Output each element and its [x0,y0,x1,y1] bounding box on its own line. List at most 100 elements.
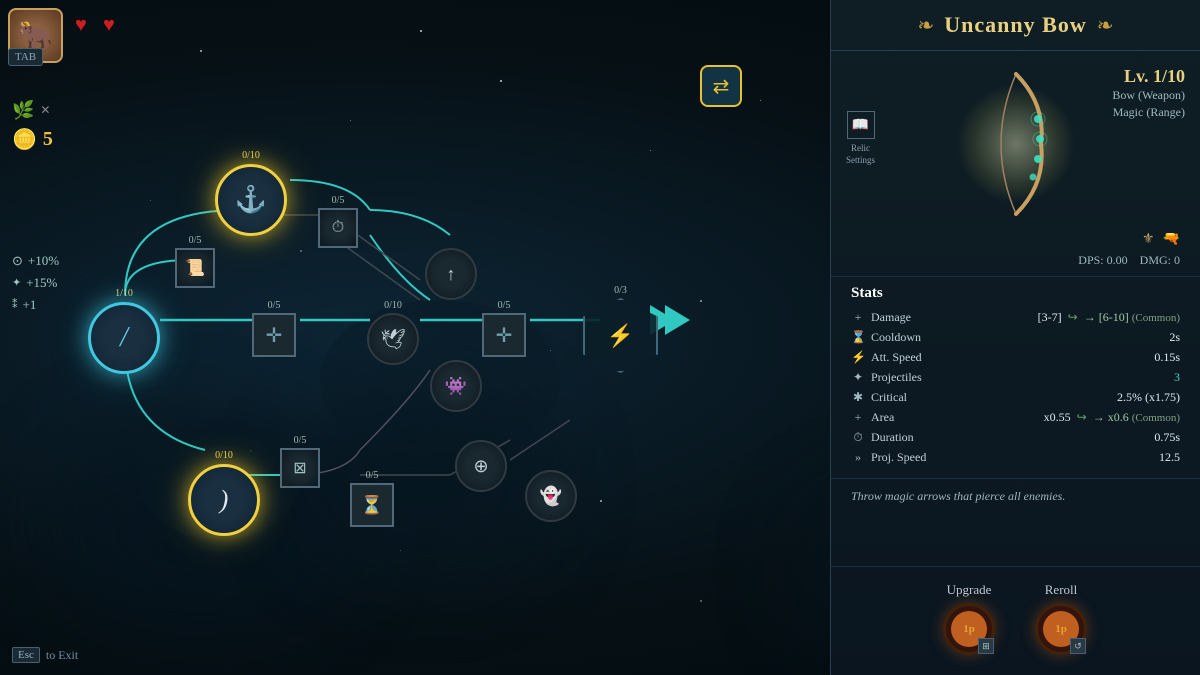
stat-area-value: x0.55 [1044,410,1071,424]
node-mid-blob[interactable]: 👾 [430,360,482,412]
weapon-info-top: Lv. 1/10 Bow (Weapon) Magic (Range) [1112,66,1185,121]
stat-speed-percent: ✦ +15% [12,272,59,294]
node-top-clock[interactable]: 0/5 ⏱ [318,195,358,248]
node-center-large[interactable]: 1/10 / [88,288,160,374]
upgrade-button[interactable]: 1p ⊞ [943,603,995,655]
node-hex-shape[interactable]: ⚡ [583,298,658,373]
reroll-btn-icon: ↺ [1070,638,1086,654]
node-bot-cross-shape[interactable]: ⏳ [350,483,394,527]
projspeed-icon: » [851,450,865,465]
node-top-large[interactable]: 0/10 ⚓ [215,150,287,236]
stat-damage-value: [3-7] [1038,310,1062,324]
weapon-title: Uncanny Bow [944,12,1086,38]
node-center-large-circle[interactable]: / [88,302,160,374]
stat-damage-tag: (Common) [1132,312,1180,324]
ghost-icon: 👻 [540,486,562,507]
node-top-clock-label: 0/5 [332,195,345,206]
stat-projectiles-value: 3 [1174,370,1180,385]
relic-icon: 📖 [847,111,875,139]
node-bot-med1-circle[interactable]: ⊕ [455,440,507,492]
heart-2: ♥ [103,14,125,34]
stat-area-name: Area [871,410,894,425]
gold-amount: 5 [43,128,53,151]
node-hex-label: 0/3 [614,285,627,296]
stat-projspeed-value: 12.5 [1159,450,1180,465]
gold-currency: 🪙 5 [12,127,53,152]
eye-icon: ⊕ [473,456,488,477]
upgrade-button-group: Upgrade 1p ⊞ [943,582,995,655]
currency-area: 🌿 ✕ 🪙 5 [12,100,53,158]
bot-large-icon: ) [220,485,229,515]
node-top-large-label: 0/10 [242,150,260,161]
upgrade-cost: 1p [963,623,975,635]
stat-duration-value: 0.75s [1154,430,1180,445]
health-bar: ♥ ♥ [75,14,125,34]
node-top-large-circle[interactable]: ⚓ [215,164,287,236]
node-center-cross1-square[interactable]: ✛ [252,313,296,357]
node-bot-med2-circle[interactable]: 👻 [525,470,577,522]
node-bot-cross-label: 0/5 [366,470,379,481]
node-bot-large[interactable]: 0/10 ) [188,450,260,536]
esc-hint-text: to Exit [46,648,78,663]
clock-icon: ⏱ [332,219,344,237]
node-mid-blob-circle[interactable]: 👾 [430,360,482,412]
node-bot-square-shape[interactable]: ⊠ [280,448,320,488]
damage-icon: + [851,310,865,325]
stat-attspeed-value: 0.15s [1154,350,1180,365]
node-bot-med1[interactable]: ⊕ [455,440,507,492]
stat-row-cooldown: ⌛ Cooldown 2s [851,330,1180,345]
stats-title: Stats [851,285,1180,302]
stat-projspeed-name: Proj. Speed [871,450,926,465]
esc-key[interactable]: Esc [12,647,40,663]
stat-row-duration: ⏱ Duration 0.75s [851,430,1180,445]
node-bird-label: 0/10 [384,300,402,311]
node-top-arrow[interactable]: ↑ [425,248,477,300]
reroll-button[interactable]: 1p ↺ [1035,603,1087,655]
node-hex[interactable]: 0/3 ⚡ [583,285,658,373]
left-panel: 🐂 ♥ ♥ TAB 🌿 ✕ 🪙 5 ⊙ +10% ✦ +15% ⁑ +1 [0,0,835,675]
weapon-level: Lv. 1/10 [1112,66,1185,87]
upgrade-btn-icon: ⊞ [978,638,994,654]
stat-row-area: + Area x0.55 ↪ → x0.6 (Common) [851,410,1180,425]
node-center-large-label: 1/10 [115,288,133,299]
stat-row-damage: + Damage [3-7] ↪ → [6-10] (Common) [851,310,1180,325]
heart-1: ♥ [75,14,97,34]
duration-icon: ⏱ [851,430,865,445]
relic-label: RelicSettings [846,143,875,166]
stat-row-attspeed: ⚡ Att. Speed 0.15s [851,350,1180,365]
node-top-clock-square[interactable]: ⏱ [318,208,358,248]
cross1-icon: ✛ [266,323,283,348]
stat-row-projectiles: ✦ Projectiles 3 [851,370,1180,385]
bow-image [966,64,1066,224]
node-top-scroll-square[interactable]: 📜 [175,248,215,288]
node-bird-circle[interactable]: 🕊 [367,313,419,365]
weapon-display: 📖 RelicSettings Lv. 1/10 Bow (Weapon) [831,51,1200,231]
relic-settings-button[interactable]: 📖 RelicSettings [846,111,875,166]
node-center-cross2[interactable]: 0/5 ✛ [482,300,526,357]
stat-damage-upgrade: → [6-10] [1084,310,1129,324]
node-center-cross1-label: 0/5 [268,300,281,311]
node-bird[interactable]: 0/10 🕊 [367,300,419,365]
panel-header: ❧ Uncanny Bow ❧ [831,0,1200,51]
stat-row-projspeed: » Proj. Speed 12.5 [851,450,1180,465]
upgrade-label: Upgrade [947,582,992,598]
node-top-arrow-circle[interactable]: ↑ [425,248,477,300]
connections-svg [60,60,820,640]
critical-icon: ✱ [851,390,865,405]
tab-button[interactable]: TAB [8,48,43,66]
circle-icon: ⊙ [12,250,23,272]
node-bot-large-circle[interactable]: ) [188,464,260,536]
ornament-right: ❧ [1097,13,1114,38]
node-bot-med2[interactable]: 👻 [525,470,577,522]
bot-square-icon: ⊠ [293,458,306,478]
bow-arrow-icon: / [120,322,128,354]
stat-plus-one: ⁑ +1 [12,294,59,316]
node-bot-cross[interactable]: 0/5 ⏳ [350,470,394,527]
node-center-cross1[interactable]: 0/5 ✛ [252,300,296,357]
weapon-icon-1: ⚜ [1142,231,1155,248]
reroll-cost: 1p [1055,623,1067,635]
node-bot-square[interactable]: 0/5 ⊠ [280,435,320,488]
attspeed-icon: ⚡ [851,350,865,365]
node-center-cross2-square[interactable]: ✛ [482,313,526,357]
node-top-scroll[interactable]: 0/5 📜 [175,235,215,288]
